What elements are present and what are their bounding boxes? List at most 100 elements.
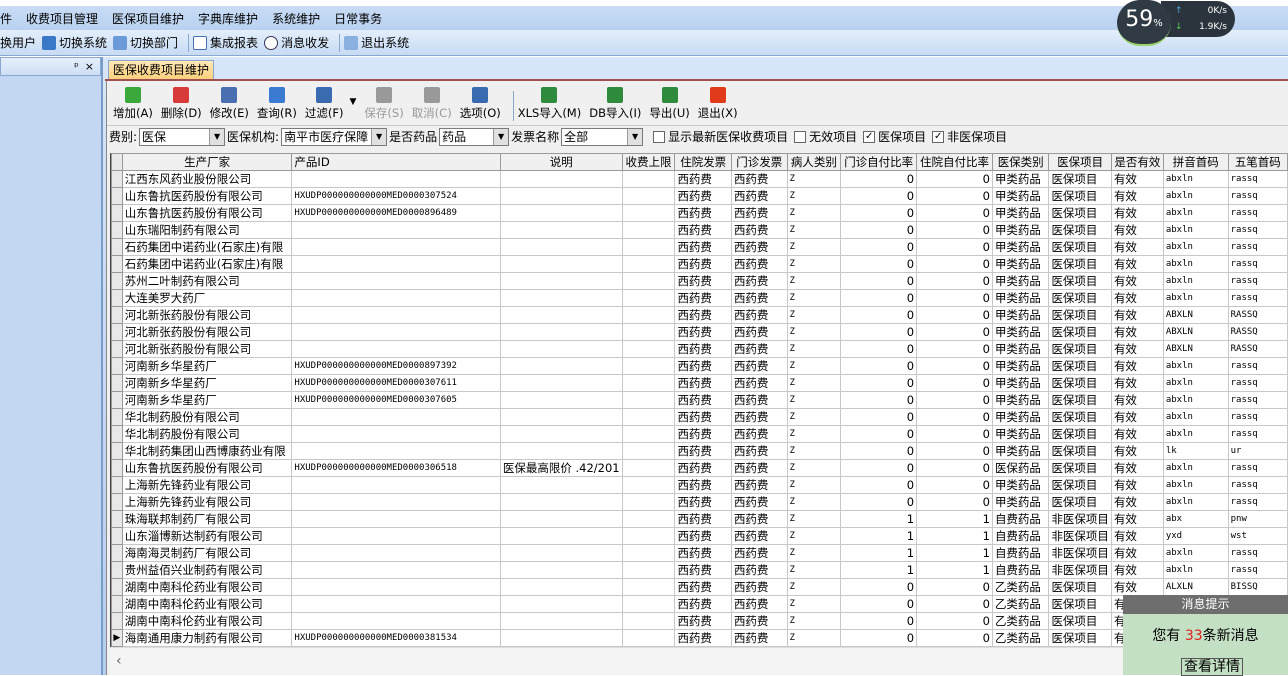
horizontal-scrollbar[interactable]: ‹ (110, 647, 1288, 675)
row-selector[interactable] (111, 357, 123, 375)
action-button-4[interactable]: 过滤(F) (305, 87, 343, 121)
column-header[interactable]: 门诊自付比率 (840, 153, 918, 171)
table-row[interactable]: 华北制药股份有限公司 西药费 西药费 Z 0 0 甲类药品 医保项目 有效 abxln rassq (111, 425, 1288, 443)
table-row[interactable]: 上海新先锋药业有限公司 西药费 西药费 Z 0 0 甲类药品 医保项目 有效 abxln rassq (111, 493, 1288, 511)
table-row[interactable]: 河南新乡华星药厂 HXUDP000000000000MED0000307605 西药… (111, 391, 1288, 409)
column-header[interactable]: 收费上限 (621, 153, 676, 171)
menu-item-dictionary[interactable]: 字典库维护 (198, 10, 258, 27)
checkbox-3[interactable]: ✓ (932, 130, 945, 143)
checkbox-2[interactable]: ✓ (863, 130, 876, 143)
table-row[interactable]: 石药集团中诺药业(石家庄)有限 西药费 西药费 Z 0 0 甲类药品 医保项目 有效 abxln r… (111, 238, 1288, 256)
table-row[interactable]: 海南海灵制药厂有限公司 西药费 西药费 Z 1 1 自费药品 非医保项目 有效 abxln rass… (111, 544, 1288, 562)
pin-icon[interactable]: ᵖ (74, 60, 79, 73)
action-button-7[interactable]: 选项(O) (460, 87, 501, 121)
column-header[interactable]: 医保类别 (991, 153, 1050, 171)
table-row[interactable]: 山东鲁抗医药股份有限公司 HXUDP000000000000MED00003075… (111, 187, 1288, 205)
view-details-button[interactable]: 查看详情 (1181, 658, 1243, 676)
row-selector[interactable] (111, 544, 123, 562)
menu-item-truncated[interactable]: 件 (0, 10, 12, 27)
table-row[interactable]: 大连美罗大药厂 西药费 西药费 Z 0 0 甲类药品 医保项目 有效 abxln rassq (111, 289, 1288, 307)
column-header[interactable]: 住院发票 (674, 153, 732, 171)
column-header[interactable]: 五笔首码 (1227, 153, 1288, 171)
table-row[interactable]: 华北制药股份有限公司 西药费 西药费 Z 0 0 甲类药品 医保项目 有效 abxln rassq (111, 408, 1288, 426)
table-row[interactable]: 山东鲁抗医药股份有限公司 HXUDP000000000000MED00008964… (111, 204, 1288, 222)
column-header[interactable]: 住院自付比率 (916, 153, 993, 171)
action-button-3[interactable]: 查询(R) (257, 87, 297, 121)
table-row[interactable]: 山东瑞阳制药有限公司 西药费 西药费 Z 0 0 甲类药品 医保项目 有效 abxln rassq (111, 221, 1288, 239)
column-header[interactable]: 拼音首码 (1162, 153, 1229, 171)
column-header[interactable]: 是否有效 (1110, 153, 1164, 171)
action-button-2[interactable]: 修改(E) (210, 87, 249, 121)
menu-item-fee-items[interactable]: 收费项目管理 (26, 10, 98, 27)
action-button-9[interactable]: DB导入(I) (589, 87, 641, 121)
table-row[interactable]: 湖南中南科伦药业有限公司 西药费 西药费 Z 0 0 乙类药品 医保项目 有效 ALXLN BISS… (111, 578, 1288, 596)
checkbox-0[interactable] (653, 130, 666, 143)
column-header[interactable]: 门诊发票 (730, 153, 788, 171)
action-button-11[interactable]: 退出(X) (698, 87, 738, 121)
action-button-5[interactable]: 保存(S) (364, 87, 404, 121)
row-selector[interactable] (111, 493, 123, 511)
row-selector[interactable] (111, 527, 123, 545)
row-selector[interactable] (111, 442, 123, 460)
invoice-select[interactable]: 全部 ▼ (561, 127, 644, 146)
row-selector[interactable] (111, 595, 123, 613)
table-row[interactable]: 江西东风药业股份限公司 西药费 西药费 Z 0 0 甲类药品 医保项目 有效 abxln rassq (111, 170, 1288, 188)
row-selector[interactable] (111, 340, 123, 358)
action-button-8[interactable]: XLS导入(M) (518, 87, 581, 121)
row-selector[interactable] (111, 221, 123, 239)
action-button-1[interactable]: 删除(D) (161, 87, 202, 121)
row-selector[interactable] (111, 374, 123, 392)
action-button-0[interactable]: 增加(A) (113, 87, 153, 121)
checkbox-1[interactable] (794, 130, 807, 143)
table-row[interactable]: 湖南中南科伦药业有限公司 西药费 西药费 Z 0 0 乙类药品 医保项目有 (111, 612, 1288, 630)
table-row[interactable]: 河北新张药股份有限公司 西药费 西药费 Z 0 0 甲类药品 医保项目 有效 ABXLN RASSQ (111, 323, 1288, 341)
action-button-6[interactable]: 取消(C) (412, 87, 452, 121)
exit-system-button[interactable]: 退出系统 (344, 34, 409, 51)
table-row[interactable]: 贵州益佰兴业制药有限公司 西药费 西药费 Z 1 1 自费药品 非医保项目 有效 abxln ras… (111, 561, 1288, 579)
row-selector[interactable] (111, 578, 123, 596)
column-header[interactable]: 产品ID (291, 153, 501, 171)
row-selector[interactable] (111, 510, 123, 528)
table-row[interactable]: 石药集团中诺药业(石家庄)有限 西药费 西药费 Z 0 0 甲类药品 医保项目 有效 abxln r… (111, 255, 1288, 273)
table-row[interactable]: ▶ 海南通用康力制药有限公司 HXUDP000000000000MED0000381… (111, 629, 1288, 647)
row-selector[interactable] (111, 425, 123, 443)
column-header[interactable]: 说明 (499, 153, 623, 171)
row-selector[interactable] (111, 255, 123, 273)
row-selector[interactable] (111, 459, 123, 477)
tab-insurance-fee-items[interactable]: 医保收费项目维护 (108, 60, 215, 80)
switch-system-button[interactable]: 切换系统 (42, 34, 107, 51)
switch-user-button[interactable]: 换用户 (0, 34, 36, 51)
row-selector[interactable] (111, 238, 123, 256)
reports-button[interactable]: 集成报表 (193, 34, 258, 51)
table-row[interactable]: 湖南中南科伦药业有限公司 西药费 西药费 Z 0 0 乙类药品 医保项目有 (111, 595, 1288, 613)
menu-item-system[interactable]: 系统维护 (272, 10, 320, 27)
table-row[interactable]: 河北新张药股份有限公司 西药费 西药费 Z 0 0 甲类药品 医保项目 有效 ABXLN RASSQ (111, 340, 1288, 358)
row-selector[interactable] (111, 391, 123, 409)
row-selector[interactable] (111, 289, 123, 307)
close-icon[interactable]: × (85, 60, 94, 73)
row-selector[interactable]: ▶ (111, 629, 123, 647)
row-selector[interactable] (111, 612, 123, 630)
table-row[interactable]: 珠海联邦制药厂有限公司 西药费 西药费 Z 1 1 自费药品 非医保项目 有效 abx pnw (111, 510, 1288, 528)
menu-item-insurance-items[interactable]: 医保项目维护 (112, 10, 184, 27)
table-row[interactable]: 上海新先锋药业有限公司 西药费 西药费 Z 0 0 甲类药品 医保项目 有效 abxln rassq (111, 476, 1288, 494)
table-row[interactable]: 山东淄博新达制药有限公司 西药费 西药费 Z 1 1 自费药品 非医保项目 有效 yxd wst (111, 527, 1288, 545)
action-button-10[interactable]: 导出(U) (649, 87, 690, 121)
table-row[interactable]: 河北新张药股份有限公司 西药费 西药费 Z 0 0 甲类药品 医保项目 有效 ABXLN RASSQ (111, 306, 1288, 324)
row-selector[interactable] (111, 204, 123, 222)
row-selector[interactable] (111, 187, 123, 205)
table-row[interactable]: 山东鲁抗医药股份有限公司 HXUDP000000000000MED00003065… (111, 459, 1288, 477)
menu-item-daily[interactable]: 日常事务 (334, 10, 382, 27)
row-selector[interactable] (111, 323, 123, 341)
row-selector[interactable] (111, 170, 123, 188)
agency-select[interactable]: 南平市医疗保障 ▼ (281, 127, 388, 146)
row-selector[interactable] (111, 476, 123, 494)
row-selector[interactable] (111, 306, 123, 324)
table-row[interactable]: 河南新乡华星药厂 HXUDP000000000000MED0000897392 西药… (111, 357, 1288, 375)
table-row[interactable]: 华北制药集团山西博康药业有限 西药费 西药费 Z 0 0 甲类药品 医保项目 有效 lk ur (111, 442, 1288, 460)
scroll-left-icon[interactable]: ‹ (116, 653, 122, 669)
switch-dept-button[interactable]: 切换部门 (113, 34, 178, 51)
messages-button[interactable]: 消息收发 (264, 34, 329, 51)
table-row[interactable]: 河南新乡华星药厂 HXUDP000000000000MED0000307611 西药… (111, 374, 1288, 392)
row-selector[interactable] (111, 408, 123, 426)
